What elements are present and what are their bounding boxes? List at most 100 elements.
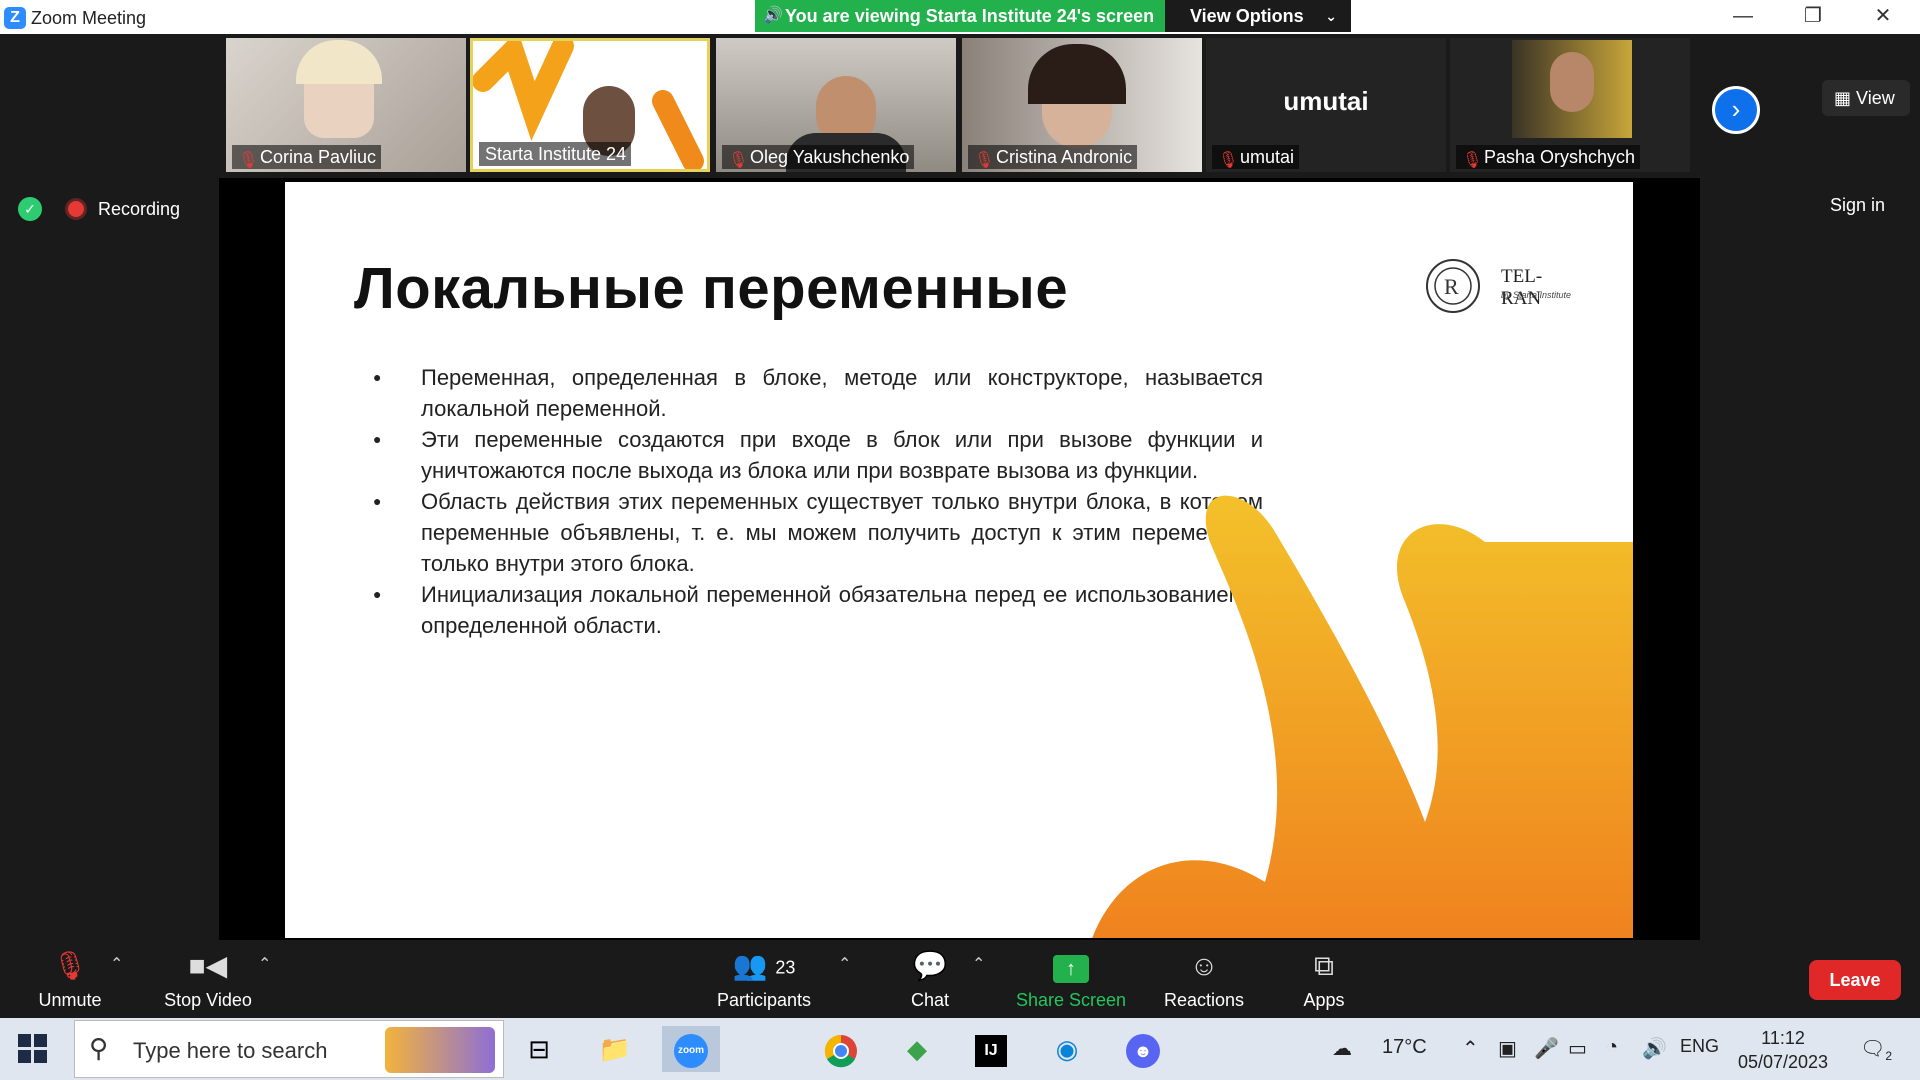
taskbar-search-box[interactable]: ⚲ Type here to search: [74, 1020, 504, 1078]
reactions-label: Reactions: [1163, 990, 1245, 1010]
chevron-down-icon: ⌄: [1325, 8, 1337, 24]
participant-big-name: umutai: [1283, 86, 1369, 116]
view-options-button[interactable]: View Options ⌄: [1165, 0, 1351, 32]
windows-start-icon[interactable]: [18, 1034, 48, 1064]
zoom-taskbar-icon[interactable]: zoom: [662, 1026, 720, 1072]
muted-mic-icon: 🎙: [1218, 152, 1239, 169]
search-icon: ⚲: [89, 1033, 109, 1063]
show-hidden-icons-icon[interactable]: ⌃: [1462, 1036, 1479, 1061]
apps-button[interactable]: ⧉ Apps: [1296, 948, 1352, 1011]
presentation-slide: Локальные переменные R TEL-RAN by Starta…: [285, 182, 1633, 938]
video-options-caret-icon[interactable]: ⌃: [258, 954, 271, 974]
reaction-smile-icon: ☺: [1189, 950, 1219, 981]
muted-mic-icon: 🎙: [52, 950, 88, 981]
view-layout-button[interactable]: ▦ View: [1822, 80, 1910, 116]
recording-dot-icon: [68, 201, 84, 217]
unmute-label: Unmute: [38, 990, 102, 1010]
git-app-icon[interactable]: ◆: [888, 1026, 946, 1072]
notifications-icon[interactable]: 🗨2: [1860, 1036, 1892, 1063]
restore-button[interactable]: ❐: [1783, 0, 1843, 34]
video-tile[interactable]: 🎙 Corina Pavliuc: [226, 38, 466, 172]
video-camera-icon: ■◀: [188, 950, 228, 981]
meeting-area: 🎙 Corina Pavliuc Starta Institute 24 🎙 Ole…: [0, 34, 1920, 940]
recording-label: Recording: [98, 199, 181, 219]
chat-caret-icon[interactable]: ⌃: [972, 954, 985, 974]
intellij-icon[interactable]: IJ: [962, 1026, 1020, 1072]
task-view-icon[interactable]: ⊟: [510, 1026, 568, 1072]
clock-date: 05/07/2023: [1737, 1052, 1829, 1072]
participants-caret-icon[interactable]: ⌃: [838, 954, 851, 974]
close-button[interactable]: ✕: [1853, 0, 1913, 34]
share-screen-button[interactable]: ↑ Share Screen: [1014, 948, 1128, 1011]
participant-name: Starta Institute 24: [479, 142, 632, 166]
volume-icon[interactable]: 🔊: [1642, 1036, 1667, 1061]
view-options-label: View Options: [1190, 6, 1304, 26]
participant-name: 🎙 Oleg Yakushchenko: [722, 145, 915, 169]
notifications-count: 2: [1885, 1049, 1893, 1063]
shared-screen: Локальные переменные R TEL-RAN by Starta…: [219, 178, 1700, 940]
recording-indicator[interactable]: Recording: [60, 194, 180, 224]
participant-name: 🎙 Corina Pavliuc: [232, 145, 382, 169]
meet-now-icon[interactable]: ▣: [1498, 1036, 1517, 1061]
minimize-button[interactable]: —: [1713, 0, 1773, 34]
unmute-button[interactable]: 🎙 Unmute: [30, 948, 110, 1011]
share-screen-icon: ↑: [1014, 948, 1128, 984]
reactions-button[interactable]: ☺ Reactions: [1160, 948, 1248, 1011]
speaker-icon: 🔊: [763, 7, 783, 24]
security-shield-icon[interactable]: ✓: [18, 197, 42, 221]
windows-taskbar: ⚲ Type here to search ⊟ 📁 zoom ◆ IJ ◉ ☻ …: [0, 1018, 1920, 1080]
apps-label: Apps: [1303, 990, 1345, 1010]
share-screen-label: Share Screen: [1015, 990, 1127, 1010]
language-indicator[interactable]: ENG: [1680, 1036, 1719, 1057]
discord-icon[interactable]: ☻: [1114, 1026, 1172, 1072]
participant-name: 🎙 Pasha Oryshchych: [1456, 145, 1641, 169]
microphone-icon[interactable]: 🎤: [1534, 1036, 1559, 1061]
window-titlebar: Z Zoom Meeting 🔊 You are viewing Starta …: [0, 0, 1920, 34]
participants-label: Participants: [716, 990, 812, 1010]
participant-hair: [1028, 44, 1126, 104]
chat-bubble-icon: 💬: [912, 950, 948, 981]
search-placeholder: Type here to search: [133, 1038, 328, 1063]
leave-button[interactable]: Leave: [1809, 960, 1901, 1000]
zoom-logo-icon: Z: [4, 7, 26, 29]
video-tile[interactable]: 🎙 Oleg Yakushchenko: [716, 38, 956, 172]
participants-count: 23: [775, 957, 796, 978]
meeting-toolbar: 🎙 Unmute ⌃ ■◀ Stop Video ⌃ 👥 23 Particip…: [0, 940, 1920, 1018]
audio-options-caret-icon[interactable]: ⌃: [110, 954, 123, 974]
chrome-logo-icon: [824, 1035, 857, 1068]
muted-mic-icon: 🎙: [728, 152, 749, 169]
participant-name: 🎙 Cristina Andronic: [968, 145, 1138, 169]
wifi-icon[interactable]: ◔: [1606, 1036, 1618, 1059]
video-tile[interactable]: 🎙 Pasha Oryshchych: [1450, 38, 1690, 172]
edge-icon[interactable]: ◉: [1038, 1026, 1096, 1072]
sign-in-link[interactable]: Sign in: [1830, 195, 1885, 216]
weather-temp[interactable]: 17°C: [1382, 1036, 1427, 1059]
participant-face: [1550, 52, 1594, 112]
video-tile-active-speaker[interactable]: Starta Institute 24: [470, 38, 710, 172]
video-tile[interactable]: 🎙 Cristina Andronic: [962, 38, 1202, 172]
muted-mic-icon: 🎙: [1462, 152, 1483, 169]
stop-video-label: Stop Video: [164, 990, 252, 1010]
file-explorer-icon[interactable]: 📁: [586, 1026, 644, 1072]
participant-name: 🎙 umutai: [1212, 145, 1300, 169]
muted-mic-icon: 🎙: [238, 152, 259, 169]
stop-video-button[interactable]: ■◀ Stop Video: [158, 948, 258, 1011]
next-participants-arrow-icon[interactable]: ›: [1712, 86, 1760, 134]
search-highlight-image: [385, 1027, 495, 1073]
chat-button[interactable]: 💬 Chat: [900, 948, 960, 1011]
taskbar-clock[interactable]: 11:12 05/07/2023: [1718, 1026, 1848, 1074]
chrome-icon[interactable]: [812, 1026, 870, 1072]
clock-time: 11:12: [1761, 1028, 1805, 1048]
apps-icon: ⧉: [1314, 950, 1334, 981]
viewing-screen-banner: 🔊 You are viewing Starta Institute 24's …: [755, 0, 1165, 32]
participants-button[interactable]: 👥 23 Participants: [712, 948, 816, 1011]
battery-icon[interactable]: ▭: [1568, 1036, 1587, 1061]
chat-label: Chat: [910, 990, 950, 1010]
video-tile[interactable]: umutai 🎙 umutai: [1206, 38, 1446, 172]
muted-mic-icon: 🎙: [974, 152, 995, 169]
viewing-banner-text: You are viewing Starta Institute 24's sc…: [785, 6, 1155, 26]
weather-icon[interactable]: ☁: [1332, 1036, 1352, 1061]
orange-wave-decoration: [1092, 495, 1633, 938]
participant-hair: [296, 40, 382, 84]
participants-icon: 👥 23: [732, 950, 796, 981]
